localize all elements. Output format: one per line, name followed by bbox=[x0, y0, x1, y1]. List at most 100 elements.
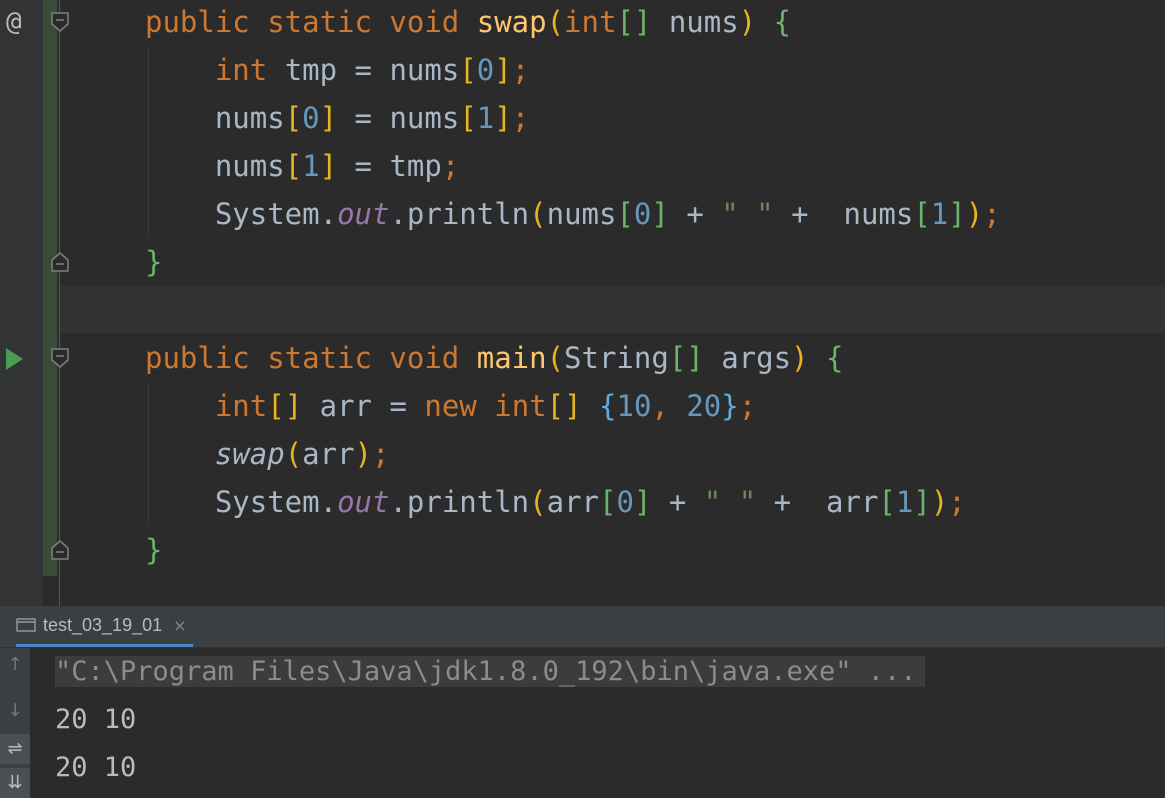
code-bracket: [ bbox=[599, 485, 617, 519]
code-keyword: int bbox=[564, 5, 617, 39]
code-bracket: ] bbox=[651, 197, 669, 231]
code-text: = tmp bbox=[337, 149, 442, 183]
code-text: .println bbox=[389, 485, 530, 519]
code-number: 0 bbox=[633, 197, 652, 231]
code-number: 0 bbox=[476, 53, 495, 87]
code-paren: ) bbox=[791, 341, 809, 375]
code-bracket: [ bbox=[459, 101, 477, 135]
code-editor[interactable]: @ public static void swap(int[] nums) { … bbox=[0, 0, 1165, 606]
code-line[interactable]: } bbox=[145, 526, 162, 574]
run-tool-window: test_03_19_01 × ↑ ↓ ⇌ ⇊ "C:\Program File… bbox=[0, 606, 1165, 798]
code-string: " " bbox=[721, 197, 774, 231]
code-bracket: ] bbox=[494, 53, 512, 87]
code-line[interactable]: nums[0] = nums[1]; bbox=[145, 94, 529, 142]
code-static-call: swap bbox=[214, 437, 285, 471]
console-command-line: "C:\Program Files\Java\jdk1.8.0_192\bin\… bbox=[55, 650, 925, 694]
code-text: nums bbox=[651, 5, 739, 39]
code-paren: ) bbox=[930, 485, 949, 519]
code-semicolon: ; bbox=[372, 437, 390, 471]
fold-open-icon[interactable] bbox=[51, 12, 69, 32]
code-static-field: out bbox=[337, 485, 390, 519]
code-line[interactable]: int tmp = nums[0]; bbox=[145, 46, 529, 94]
code-line[interactable]: nums[1] = tmp; bbox=[145, 142, 459, 190]
code-text: String bbox=[564, 341, 669, 375]
code-bracket: ] bbox=[319, 149, 338, 183]
code-paren: ( bbox=[546, 341, 565, 375]
code-static-field: out bbox=[337, 197, 390, 231]
code-line[interactable]: public static void main(String[] args) { bbox=[145, 334, 843, 382]
code-bracket: [] bbox=[668, 341, 704, 375]
console-toolbar: ↑ ↓ ⇌ ⇊ bbox=[0, 648, 30, 798]
code-line[interactable]: int[] arr = new int[] {10, 20}; bbox=[145, 382, 756, 430]
fold-close-icon[interactable] bbox=[51, 540, 69, 560]
code-semicolon: ; bbox=[948, 485, 966, 519]
soft-wrap-icon[interactable]: ⇌ bbox=[0, 734, 30, 764]
code-text: arr bbox=[302, 437, 355, 471]
override-at-icon[interactable]: @ bbox=[6, 8, 22, 36]
code-text: System. bbox=[214, 197, 338, 231]
code-semicolon: ; bbox=[738, 389, 757, 423]
code-number: 0 bbox=[616, 485, 634, 519]
arrow-down-icon[interactable]: ↓ bbox=[0, 700, 30, 721]
code-line[interactable]: System.out.println(nums[0] + " " + nums[… bbox=[145, 190, 1001, 238]
scroll-to-end-icon[interactable]: ⇊ bbox=[0, 768, 30, 798]
code-paren: ) bbox=[965, 197, 984, 231]
code-line[interactable]: swap(arr); bbox=[145, 430, 390, 478]
console-command[interactable]: "C:\Program Files\Java\jdk1.8.0_192\bin\… bbox=[55, 656, 925, 687]
fold-close-icon[interactable] bbox=[51, 252, 69, 272]
code-text: System. bbox=[214, 485, 338, 519]
code-text: args bbox=[703, 341, 792, 375]
console-output-line: 20 10 bbox=[55, 752, 137, 783]
arrow-up-icon[interactable]: ↑ bbox=[0, 654, 30, 675]
code-line[interactable]: System.out.println(arr[0] + " " + arr[1]… bbox=[145, 478, 966, 526]
code-number: 0 bbox=[302, 101, 320, 135]
code-keyword: public static void bbox=[145, 341, 477, 375]
code-semicolon: ; bbox=[441, 149, 460, 183]
code-number: 1 bbox=[930, 197, 949, 231]
code-line[interactable]: } bbox=[145, 238, 162, 286]
code-brace: { bbox=[773, 5, 792, 39]
tab-run-config[interactable]: test_03_19_01 × bbox=[16, 606, 193, 647]
code-text: nums bbox=[546, 197, 617, 231]
code-number: 1 bbox=[895, 485, 914, 519]
code-text: .println bbox=[389, 197, 530, 231]
code-bracket: ] bbox=[948, 197, 966, 231]
code-brace: { bbox=[825, 341, 844, 375]
code-text: + bbox=[668, 197, 722, 231]
code-bracket: [ bbox=[284, 101, 303, 135]
code-line[interactable]: public static void swap(int[] nums) { bbox=[145, 0, 791, 46]
run-triangle-icon[interactable] bbox=[6, 348, 23, 370]
close-icon[interactable]: × bbox=[173, 616, 186, 635]
editor-gutter bbox=[0, 0, 43, 606]
code-paren: ( bbox=[284, 437, 303, 471]
code-paren: ) bbox=[738, 5, 757, 39]
code-paren: ) bbox=[354, 437, 373, 471]
fold-open-icon[interactable] bbox=[51, 348, 69, 368]
code-brace: } bbox=[721, 389, 739, 423]
code-text: arr bbox=[546, 485, 599, 519]
code-number: 1 bbox=[302, 149, 320, 183]
run-tab-bar: test_03_19_01 × bbox=[0, 606, 1165, 648]
code-bracket: [ bbox=[878, 485, 896, 519]
code-text: + arr bbox=[756, 485, 879, 519]
code-text: tmp = nums bbox=[267, 53, 460, 87]
code-text: + bbox=[651, 485, 704, 519]
code-keyword: int bbox=[214, 53, 268, 87]
code-paren: ( bbox=[529, 197, 547, 231]
code-keyword: int bbox=[494, 389, 547, 423]
code-paren: ( bbox=[546, 5, 565, 39]
code-comma: , bbox=[651, 389, 687, 423]
current-line-highlight bbox=[60, 286, 1165, 333]
code-method-name: swap bbox=[476, 5, 547, 39]
code-bracket: [ bbox=[913, 197, 931, 231]
code-string: " " bbox=[703, 485, 757, 519]
code-text: nums bbox=[214, 149, 285, 183]
code-text: + nums bbox=[773, 197, 914, 231]
